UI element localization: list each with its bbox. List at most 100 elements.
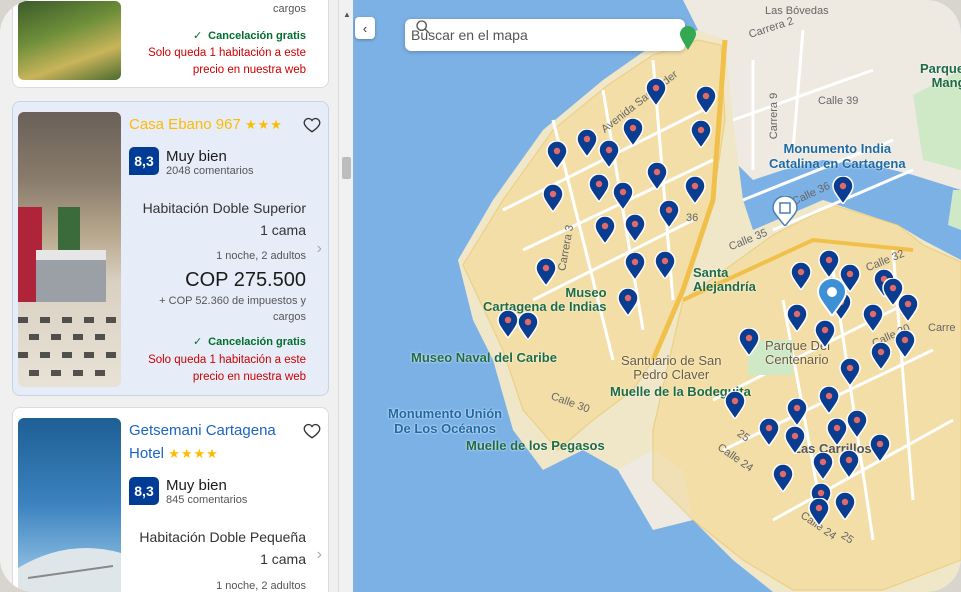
taxes-tail: cargos (272, 3, 306, 15)
hotel-map-pin[interactable] (772, 464, 794, 492)
hotel-map-pin[interactable] (862, 304, 884, 332)
chevron-right-icon[interactable]: › (317, 240, 322, 258)
hotel-map-pin[interactable] (846, 410, 868, 438)
hotel-map-pin[interactable] (839, 358, 861, 386)
property-card[interactable]: Casa Ebano 967 ★★★ 8,3 Muy bien 2048 com… (12, 101, 329, 396)
map-view[interactable]: ‹ Las Bóvedas Carrera 2 Parque E Mangla … (353, 0, 961, 592)
map-pin-icon (617, 288, 639, 316)
hotel-map-pin[interactable] (724, 391, 746, 419)
selected-hotel-pin[interactable] (817, 278, 847, 316)
property-photo[interactable] (18, 1, 121, 80)
hotel-map-pin[interactable] (624, 252, 646, 280)
results-list[interactable]: cargos ✓ Cancelación gratis Solo queda 1 … (0, 0, 338, 592)
map-pin-icon (594, 216, 616, 244)
hotel-map-pin[interactable] (542, 184, 564, 212)
property-card[interactable]: Getsemani Cartagena Hotel ★★★★ 8,3 Muy b… (12, 407, 329, 592)
map-label-carre: Carre (928, 322, 956, 334)
property-card-previous[interactable]: cargos ✓ Cancelación gratis Solo queda 1 … (12, 0, 329, 88)
hotel-map-pin[interactable] (897, 294, 919, 322)
hotel-map-pin[interactable] (546, 141, 568, 169)
free-cancellation: ✓ Cancelación gratis (192, 336, 306, 348)
chevron-right-icon[interactable]: › (317, 546, 322, 564)
map-pin-icon (834, 492, 856, 520)
map-pin-icon (517, 312, 539, 340)
hotel-map-pin[interactable] (786, 304, 808, 332)
map-pin-icon (786, 304, 808, 332)
hotel-map-pin[interactable] (834, 492, 856, 520)
hotel-map-pin[interactable] (576, 129, 598, 157)
hotel-map-pin[interactable] (738, 328, 760, 356)
hotel-map-pin[interactable] (624, 214, 646, 242)
hotel-map-pin[interactable] (598, 140, 620, 168)
hotel-map-pin[interactable] (497, 310, 519, 338)
hotel-map-pin[interactable] (588, 174, 610, 202)
hotel-map-pin[interactable] (894, 330, 916, 358)
scrollbar-thumb[interactable] (342, 157, 351, 179)
hotel-photo-art (18, 548, 121, 592)
scroll-up-arrow-icon[interactable]: ▲ (343, 10, 351, 19)
hotel-map-pin[interactable] (612, 182, 634, 210)
star-rating-icon: ★★★★ (168, 446, 219, 461)
map-pin-icon (690, 120, 712, 148)
collapse-list-button[interactable]: ‹ (355, 17, 375, 39)
map-pin-icon (535, 258, 557, 286)
map-pin-icon (546, 141, 568, 169)
hotel-map-pin[interactable] (790, 262, 812, 290)
hotel-map-pin[interactable] (646, 162, 668, 190)
hotel-map-pin[interactable] (818, 386, 840, 414)
map-search-box[interactable] (405, 19, 685, 51)
map-pin-icon (808, 498, 830, 526)
hotel-map-pin[interactable] (658, 200, 680, 228)
check-icon: ✓ (192, 30, 203, 42)
bed-count: 1 cama (260, 551, 306, 567)
hotel-map-pin[interactable] (645, 78, 667, 106)
heart-icon[interactable] (303, 422, 321, 440)
hotel-map-pin[interactable] (826, 418, 848, 446)
map-pin-icon (869, 434, 891, 462)
price: COP 275.500 (185, 269, 306, 291)
review-score-text: Muy bien (166, 148, 227, 165)
hotel-map-pin[interactable] (690, 120, 712, 148)
review-count: 2048 comentarios (166, 165, 254, 177)
hotel-map-pin[interactable] (535, 258, 557, 286)
map-label-museo-naval: Museo Naval del Caribe (411, 350, 557, 365)
map-pin-icon (784, 426, 806, 454)
property-name[interactable]: Casa Ebano 967 ★★★ (129, 113, 299, 136)
hotel-map-pin[interactable] (832, 176, 854, 204)
property-name[interactable]: Getsemani Cartagena Hotel ★★★★ (129, 419, 299, 465)
hotel-map-pin[interactable] (786, 398, 808, 426)
map-pin-icon (497, 310, 519, 338)
hotel-map-pin[interactable] (869, 434, 891, 462)
hotel-map-pin[interactable] (870, 342, 892, 370)
hotel-map-pin[interactable] (808, 498, 830, 526)
map-pin-icon (658, 200, 680, 228)
map-pin-icon (624, 214, 646, 242)
hotel-map-pin[interactable] (617, 288, 639, 316)
map-label-36: 36 (686, 212, 699, 224)
hotel-map-pin[interactable] (814, 320, 836, 348)
map-pin-icon (758, 418, 780, 446)
hotel-map-pin[interactable] (758, 418, 780, 446)
hotel-map-pin[interactable] (818, 250, 840, 278)
heart-icon[interactable] (303, 116, 321, 134)
hotel-map-pin[interactable] (594, 216, 616, 244)
map-search-input[interactable] (409, 26, 653, 44)
hotel-map-pin[interactable] (812, 452, 834, 480)
hotel-map-pin[interactable] (654, 251, 676, 279)
map-pin-icon (542, 184, 564, 212)
search-icon (416, 20, 430, 34)
list-scrollbar[interactable]: ▲ (338, 0, 354, 592)
map-pin-icon (894, 330, 916, 358)
hotel-map-pin[interactable] (622, 118, 644, 146)
hotel-map-pin[interactable] (517, 312, 539, 340)
property-photo[interactable] (18, 112, 121, 387)
map-pin-icon (818, 386, 840, 414)
hotel-map-pin[interactable] (838, 450, 860, 478)
map-pin-icon (645, 78, 667, 106)
property-photo[interactable] (18, 418, 121, 592)
map-pin-icon (624, 252, 646, 280)
hotel-map-pin[interactable] (695, 86, 717, 114)
hotel-map-pin[interactable] (784, 426, 806, 454)
map-pin-icon (870, 342, 892, 370)
hotel-map-pin[interactable] (684, 176, 706, 204)
